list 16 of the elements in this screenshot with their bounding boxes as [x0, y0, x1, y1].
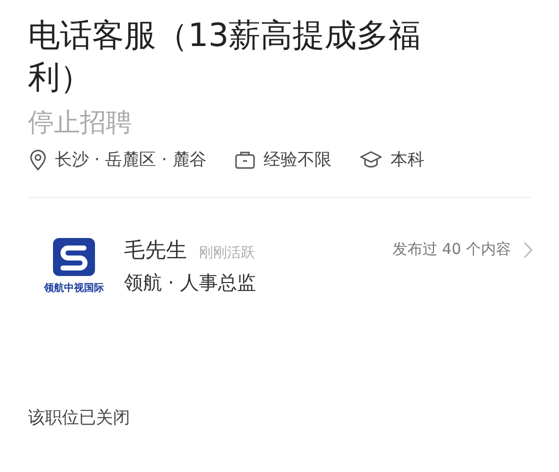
closed-notice: 该职位已关闭 [28, 407, 131, 429]
chevron-right-icon[interactable] [523, 240, 533, 258]
company-logo-icon [52, 237, 96, 277]
tag-label: 长沙 · 岳麓区 · 麓谷 [55, 149, 206, 171]
location-pin-icon [28, 148, 48, 170]
recruiter-name: 毛先生 [124, 237, 187, 264]
briefcase-icon [234, 150, 256, 170]
job-status: 停止招聘 [28, 107, 133, 140]
graduation-cap-icon [359, 150, 384, 170]
tag-label: 本科 [390, 149, 424, 171]
job-title: 电话客服（13薪高提成多福利） [28, 15, 422, 98]
posts-link[interactable]: 发布过 40 个内容 [392, 240, 511, 259]
activity-status: 刚刚活跃 [199, 244, 255, 262]
company-logo-text: 领航中视国际 [44, 281, 104, 295]
tag-label: 经验不限 [263, 149, 332, 171]
recruiter-role: 领航 · 人事总监 [124, 271, 258, 296]
